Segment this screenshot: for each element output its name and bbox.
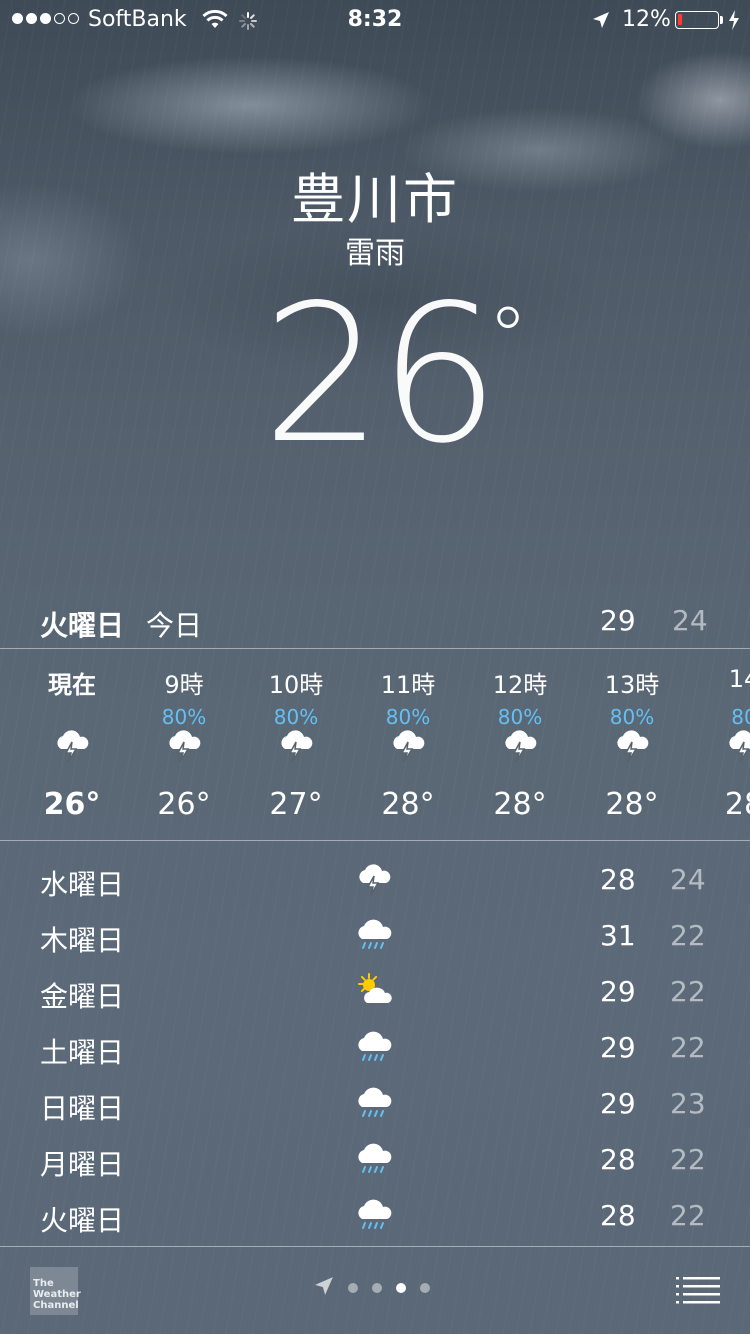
day-high: 31 xyxy=(600,919,636,952)
battery-percent: 12% xyxy=(622,7,671,32)
hour-label: 9時 xyxy=(164,671,204,699)
page-indicator[interactable] xyxy=(314,1276,430,1300)
hour-label: 13時 xyxy=(604,671,660,699)
day-low: 23 xyxy=(670,1087,706,1120)
status-bar: SoftBank 8:32 12% xyxy=(0,0,750,40)
daily-forecast-row: 土曜日 29 22 xyxy=(0,1017,750,1073)
hour-temperature: 28° xyxy=(605,787,659,822)
hour-label: 11時 xyxy=(380,671,436,699)
day-name: 火曜日 xyxy=(40,1204,125,1237)
city-name: 豊川市 xyxy=(291,168,459,231)
thunderstorm-icon xyxy=(354,859,396,899)
daily-forecast-row: 金曜日 29 22 xyxy=(0,961,750,1017)
hour-label: 現在 xyxy=(48,671,96,699)
day-high: 29 xyxy=(600,975,636,1008)
daily-forecast-row: 月曜日 28 22 xyxy=(0,1129,750,1185)
current-temperature: 26 xyxy=(262,264,500,485)
thunderstorm-icon xyxy=(724,725,750,765)
weather-channel-logo[interactable]: The Weather Channel xyxy=(30,1267,81,1315)
day-high: 28 xyxy=(600,863,636,896)
thunderstorm-icon xyxy=(52,725,92,765)
page-dot-active xyxy=(396,1283,406,1293)
day-low: 22 xyxy=(670,975,706,1008)
day-low: 22 xyxy=(670,1031,706,1064)
daily-forecast-row: 木曜日 31 22 xyxy=(0,905,750,961)
day-high: 28 xyxy=(600,1143,636,1176)
day-name: 土曜日 xyxy=(40,1036,125,1069)
hour-temperature: 28° xyxy=(381,787,435,822)
day-name: 月曜日 xyxy=(40,1148,125,1181)
thunderstorm-icon xyxy=(612,725,652,765)
today-day-name: 火曜日 xyxy=(40,609,125,642)
day-name: 金曜日 xyxy=(40,980,125,1013)
charging-bolt-icon xyxy=(728,10,740,36)
daily-forecast-row: 水曜日 28 24 xyxy=(0,849,750,905)
hour-temperature: 27° xyxy=(269,787,323,822)
hour-label: 14 xyxy=(728,665,750,693)
rain-icon xyxy=(354,1083,396,1123)
rain-icon xyxy=(354,915,396,955)
divider xyxy=(0,840,750,841)
thunderstorm-icon xyxy=(500,725,540,765)
hour-temperature: 26° xyxy=(157,787,211,822)
rain-icon xyxy=(354,1139,396,1179)
current-location-arrow-icon xyxy=(314,1276,334,1300)
daily-forecast-row: 日曜日 29 23 xyxy=(0,1073,750,1129)
today-label: 今日 xyxy=(146,609,203,642)
hourly-forecast-strip[interactable]: 現在 26° 9時 80% 26° 10時 80% 27° 11時 80% 28° 12時 80% 28°… xyxy=(0,649,750,839)
day-high: 29 xyxy=(600,1087,636,1120)
degree-symbol: ° xyxy=(488,290,528,383)
daily-forecast-row: 火曜日 28 22 xyxy=(0,1185,750,1241)
page-dot xyxy=(348,1283,358,1293)
hour-label: 12時 xyxy=(492,671,548,699)
thunderstorm-icon xyxy=(276,725,316,765)
location-arrow-icon xyxy=(592,10,610,35)
day-high: 29 xyxy=(600,1031,636,1064)
day-name: 木曜日 xyxy=(40,924,125,957)
battery-icon xyxy=(675,11,719,29)
day-name: 日曜日 xyxy=(40,1092,125,1125)
battery-level-fill xyxy=(678,14,682,25)
page-dot xyxy=(372,1283,382,1293)
today-low: 24 xyxy=(672,604,708,637)
day-low: 22 xyxy=(670,1143,706,1176)
hour-temperature: 28 xyxy=(724,787,750,822)
divider xyxy=(0,1246,750,1247)
partly-sunny-icon xyxy=(354,971,396,1011)
day-low: 22 xyxy=(670,919,706,952)
city-list-icon[interactable] xyxy=(676,1276,720,1308)
day-name: 水曜日 xyxy=(40,868,125,901)
hour-temperature: 26° xyxy=(43,787,101,822)
today-high: 29 xyxy=(600,604,636,637)
hour-label: 10時 xyxy=(268,671,324,699)
day-high: 28 xyxy=(600,1199,636,1232)
today-summary-row: 火曜日 今日 29 24 xyxy=(0,600,750,648)
rain-icon xyxy=(354,1027,396,1067)
day-low: 24 xyxy=(670,863,706,896)
page-dot xyxy=(420,1283,430,1293)
rain-icon xyxy=(354,1195,396,1235)
hour-temperature: 28° xyxy=(493,787,547,822)
thunderstorm-icon xyxy=(388,725,428,765)
day-low: 22 xyxy=(670,1199,706,1232)
battery-nub xyxy=(720,16,723,24)
thunderstorm-icon xyxy=(164,725,204,765)
